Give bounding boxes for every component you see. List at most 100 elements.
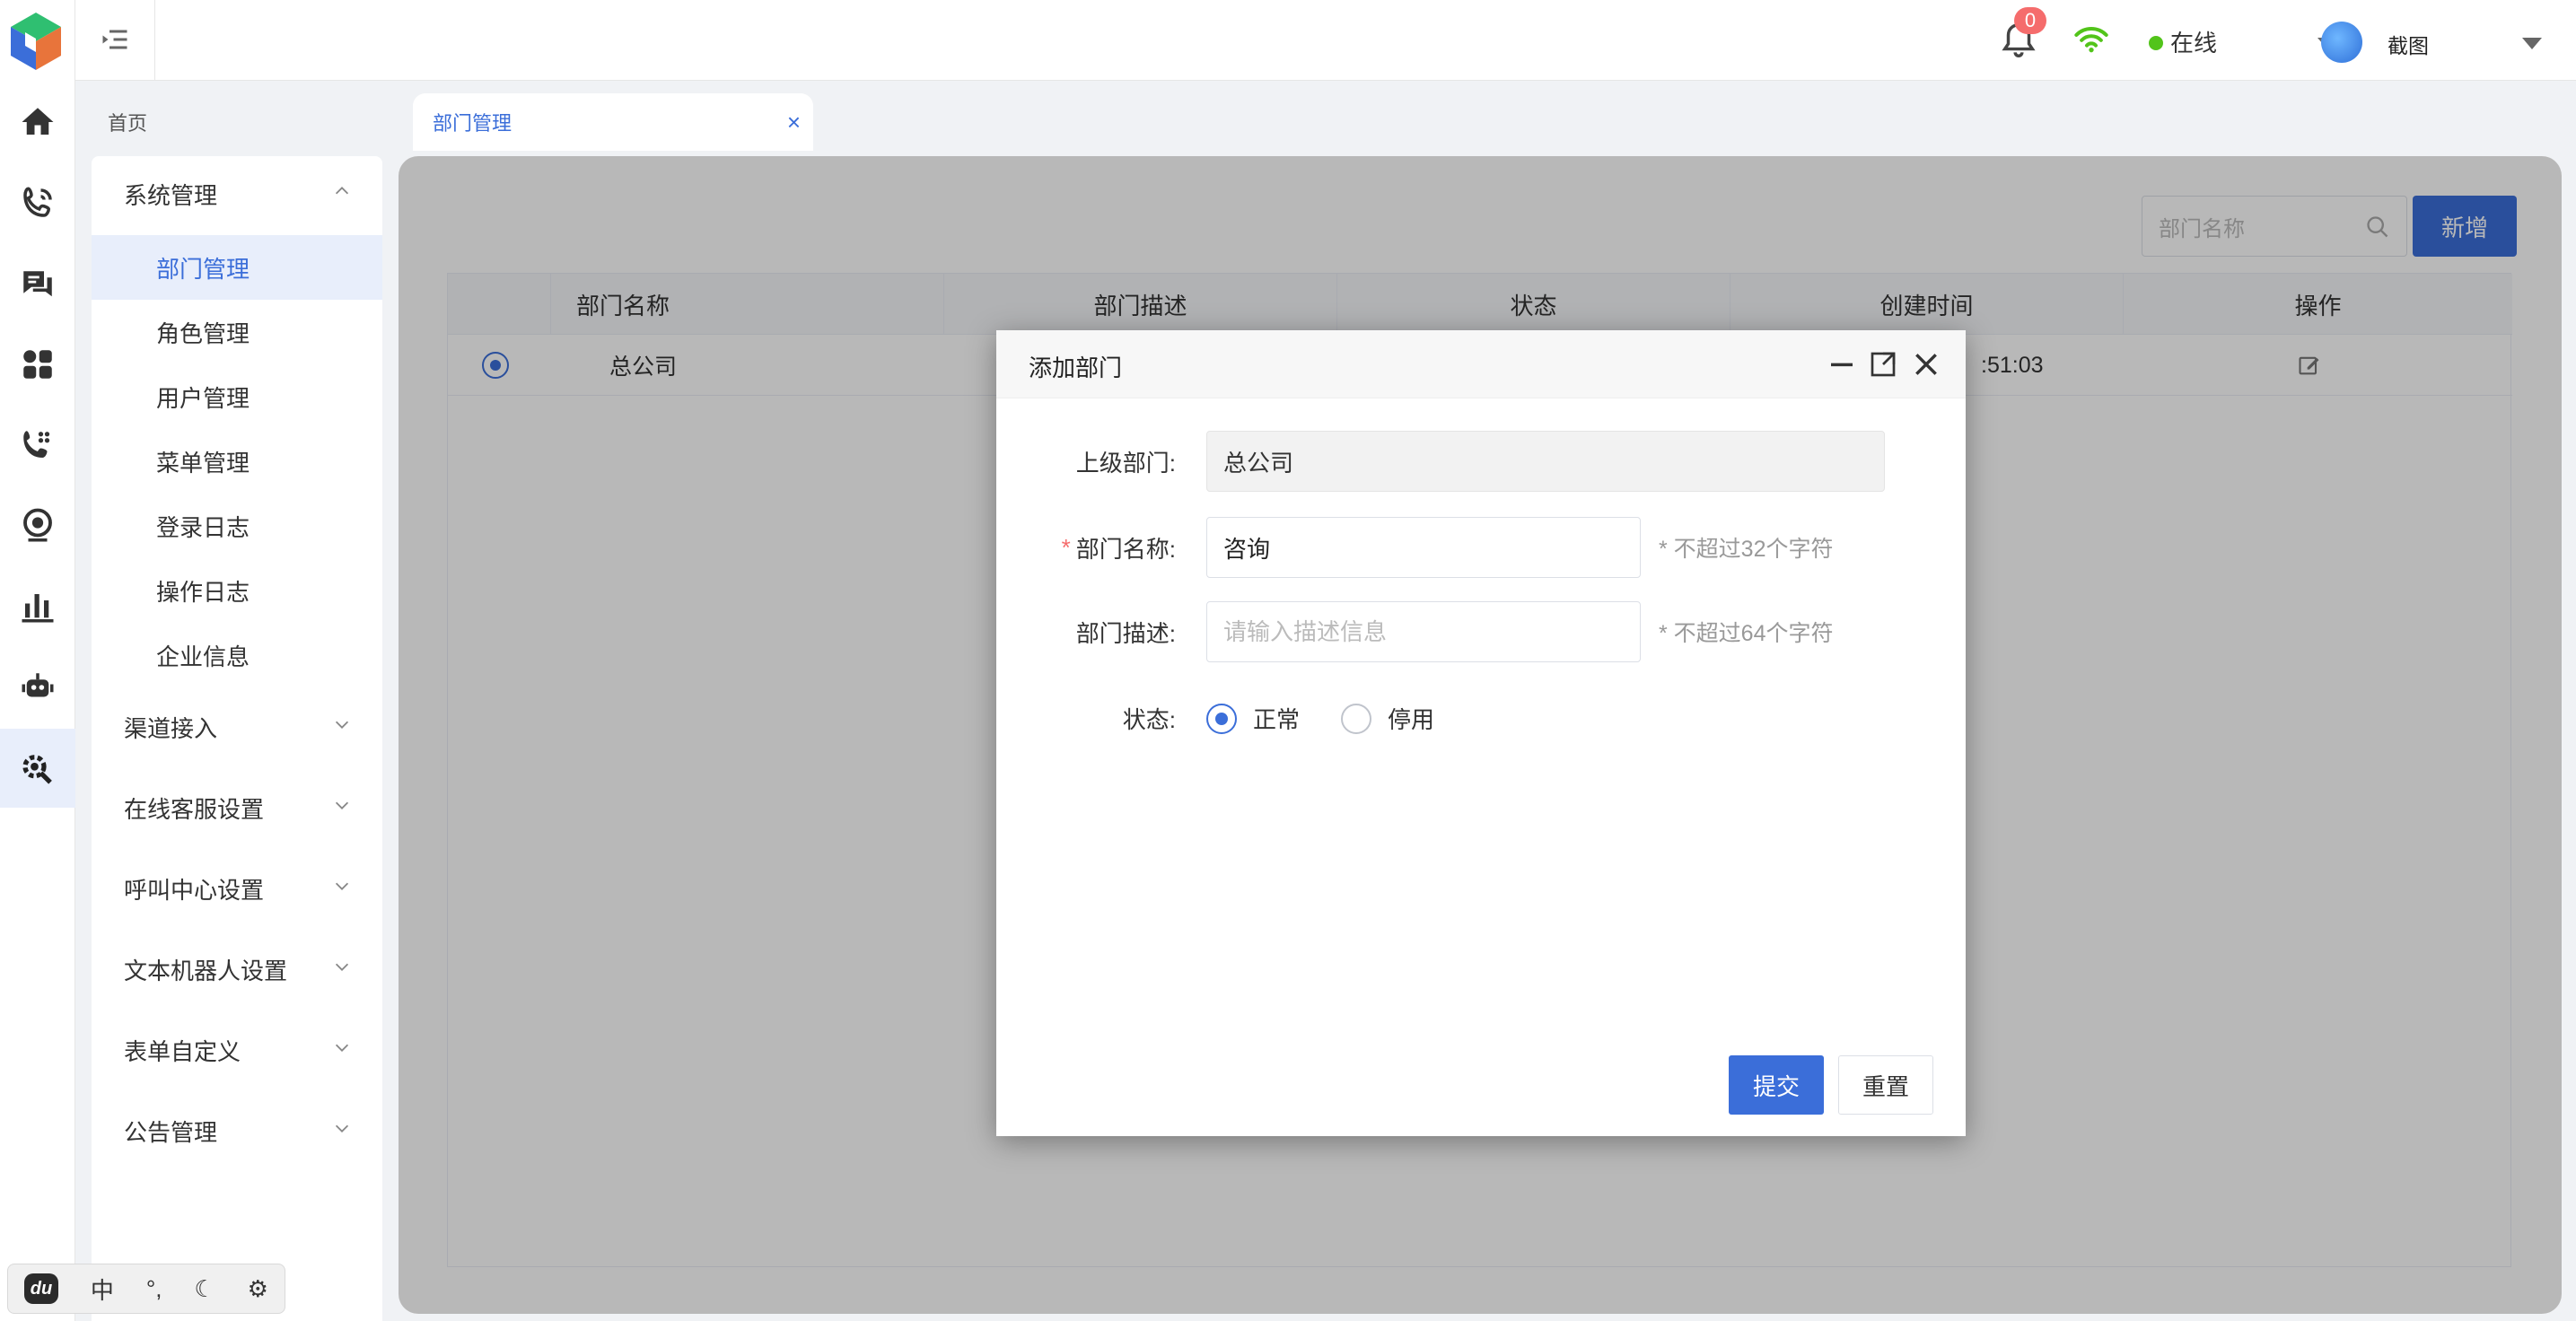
tab-department[interactable]: 部门管理 × (413, 93, 813, 151)
tab-department-label: 部门管理 (433, 112, 513, 135)
menu-group-online-service[interactable]: 在线客服设置 (92, 775, 382, 840)
menu-group-call-center[interactable]: 呼叫中心设置 (92, 856, 382, 921)
ime-toolbar: du 中 °, ☾ ⚙ (7, 1264, 285, 1314)
sidebar-menu: 系统管理 部门管理 角色管理 用户管理 菜单管理 登录日志 操作日志 企业信息 … (92, 156, 382, 1321)
chevron-up-icon (335, 187, 349, 195)
ime-language-toggle[interactable]: 中 (91, 1273, 114, 1306)
rail-system-settings[interactable] (0, 729, 75, 808)
sidebar-item-label: 操作日志 (156, 578, 250, 606)
status-option-label: 正常 (1253, 706, 1301, 733)
sidebar-item-label: 企业信息 (156, 643, 250, 670)
department-name-field[interactable] (1206, 517, 1641, 578)
radio-checked-icon (1206, 703, 1237, 734)
status-radio-disabled[interactable]: 停用 (1341, 702, 1434, 735)
required-asterisk: * (1061, 533, 1071, 561)
department-desc-hint: * 不超过64个字符 (1659, 621, 1834, 646)
menu-group-text-robot[interactable]: 文本机器人设置 (92, 937, 382, 1002)
tab-department-close-icon[interactable]: × (787, 109, 813, 136)
department-desc-input[interactable] (1223, 617, 1640, 646)
menu-group-label: 公告管理 (124, 1118, 218, 1146)
chevron-down-icon (335, 882, 349, 890)
app-logo[interactable] (5, 9, 66, 74)
department-desc-row: 部门描述: * 不超过64个字符 (996, 601, 1966, 662)
search-icon[interactable] (2365, 214, 2390, 240)
online-status-label[interactable]: 在线 (2170, 25, 2217, 58)
department-name-row: *部门名称: * 不超过32个字符 (996, 517, 1966, 578)
menu-group-label: 在线客服设置 (124, 795, 265, 823)
department-desc-label: 部门描述: (1075, 619, 1176, 647)
maximize-icon[interactable] (1869, 350, 1897, 379)
close-icon[interactable] (1912, 350, 1941, 379)
notification-badge: 0 (2014, 7, 2046, 34)
online-status-dot (2149, 36, 2163, 50)
parent-department-label: 上级部门: (1075, 449, 1176, 477)
rail-robot[interactable] (0, 648, 75, 727)
status-row: 状态: 正常 停用 (996, 687, 1966, 748)
row-edit-button[interactable] (2297, 335, 2322, 396)
rail-call[interactable] (0, 163, 75, 242)
menu-group-label: 渠道接入 (124, 714, 218, 742)
tab-home-label: 首页 (108, 112, 148, 135)
chevron-down-icon (335, 1044, 349, 1052)
search-placeholder: 部门名称 (2159, 216, 2245, 241)
moon-icon[interactable]: ☾ (194, 1275, 215, 1303)
gear-icon[interactable]: ⚙ (248, 1275, 268, 1303)
column-header: 操作 (2123, 274, 2512, 335)
sidebar-item-role[interactable]: 角色管理 (92, 300, 382, 364)
dialog-header: 添加部门 (996, 330, 1966, 398)
menu-collapse-icon[interactable] (97, 23, 133, 56)
menu-group-label: 系统管理 (124, 181, 218, 209)
menu-group-label: 表单自定义 (124, 1037, 241, 1065)
status-option-label: 停用 (1388, 706, 1435, 733)
menu-group-system[interactable]: 系统管理 (92, 162, 382, 226)
row-created-time: :51:03 (1981, 352, 2044, 378)
menu-group-channel[interactable]: 渠道接入 (92, 695, 382, 759)
menu-group-form-custom[interactable]: 表单自定义 (92, 1018, 382, 1082)
user-avatar[interactable] (2321, 22, 2362, 63)
department-search-input[interactable]: 部门名称 (2142, 196, 2407, 257)
ime-punctuation-toggle[interactable]: °, (146, 1275, 162, 1303)
sidebar-item-enterprise-info[interactable]: 企业信息 (92, 623, 382, 687)
department-name-input[interactable] (1223, 533, 1640, 562)
camera-icon (23, 508, 52, 542)
reset-button[interactable]: 重置 (1838, 1055, 1933, 1115)
sidebar-item-label: 菜单管理 (156, 449, 250, 477)
sidebar-item-menu[interactable]: 菜单管理 (92, 429, 382, 494)
sidebar-item-user[interactable]: 用户管理 (92, 364, 382, 429)
username-label[interactable]: 截图 (2388, 29, 2429, 59)
phone-settings-icon (23, 431, 50, 458)
department-desc-field[interactable] (1206, 601, 1641, 662)
home-icon (22, 108, 54, 135)
rail-chart[interactable] (0, 567, 75, 646)
row-department-name: 总公司 (609, 354, 678, 380)
tab-bar: 首页 × 部门管理 × (75, 93, 2576, 151)
minimize-icon[interactable] (1827, 350, 1856, 379)
menu-group-label: 文本机器人设置 (124, 957, 288, 984)
sidebar-item-operation-log[interactable]: 操作日志 (92, 558, 382, 623)
column-header: 创建时间 (1730, 274, 2123, 335)
apps-icon (23, 350, 52, 379)
user-chevron-down-icon[interactable] (2522, 38, 2542, 49)
rail-phone-settings[interactable] (0, 406, 75, 485)
chat-icon (23, 271, 52, 297)
sidebar-item-department[interactable]: 部门管理 (92, 235, 382, 300)
table-header: 部门名称 部门描述 状态 创建时间 操作 (448, 274, 2512, 335)
ime-logo[interactable]: du (23, 1273, 58, 1304)
menu-group-announcement[interactable]: 公告管理 (92, 1098, 382, 1163)
department-name-label: * 部门名称: (1061, 533, 1176, 563)
sidebar-item-login-log[interactable]: 登录日志 (92, 494, 382, 558)
submit-button[interactable]: 提交 (1729, 1055, 1824, 1115)
add-department-dialog: 添加部门 上级部门: 总公司 *部门名称: * 不超过32个字符 部门描述: *… (996, 330, 1966, 1136)
rail-home[interactable] (0, 83, 75, 162)
row-select-radio[interactable] (482, 335, 509, 396)
add-department-button[interactable]: 新增 (2413, 196, 2517, 257)
radio-unchecked-icon (1341, 703, 1371, 734)
sidebar-item-label: 用户管理 (156, 384, 250, 412)
rail-apps[interactable] (0, 325, 75, 404)
status-radio-normal[interactable]: 正常 (1206, 702, 1300, 735)
sidebar-item-label: 登录日志 (156, 513, 250, 541)
rail-camera[interactable] (0, 486, 75, 565)
sidebar-item-label: 角色管理 (156, 319, 250, 347)
rail-chat[interactable] (0, 246, 75, 325)
tab-home[interactable]: 首页 × (108, 93, 443, 151)
